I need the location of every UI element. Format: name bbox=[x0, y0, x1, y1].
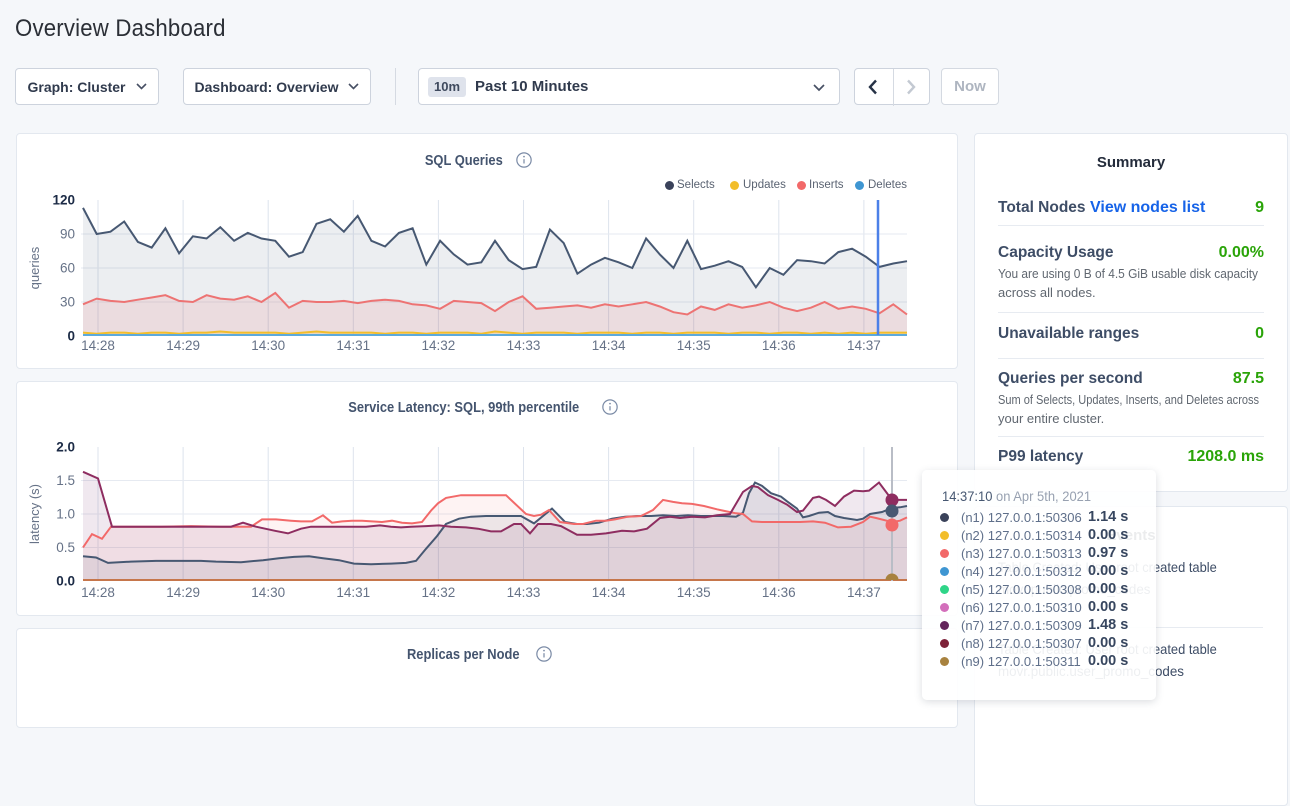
svg-text:14:28: 14:28 bbox=[81, 585, 115, 600]
svg-text:14:31: 14:31 bbox=[336, 585, 370, 600]
svg-text:14:28: 14:28 bbox=[81, 338, 115, 353]
svg-text:30: 30 bbox=[60, 295, 75, 310]
svg-text:60: 60 bbox=[60, 261, 75, 276]
svg-text:1.5: 1.5 bbox=[56, 473, 75, 488]
svg-text:1.0: 1.0 bbox=[56, 507, 75, 522]
svg-text:120: 120 bbox=[52, 193, 75, 208]
svg-text:latency (s): latency (s) bbox=[27, 484, 42, 544]
svg-text:0.0: 0.0 bbox=[56, 574, 75, 589]
svg-text:14:30: 14:30 bbox=[251, 585, 285, 600]
svg-text:14:29: 14:29 bbox=[166, 585, 200, 600]
svg-text:14:33: 14:33 bbox=[507, 585, 541, 600]
svg-text:queries: queries bbox=[27, 246, 42, 289]
svg-text:14:37: 14:37 bbox=[847, 585, 881, 600]
svg-text:2.0: 2.0 bbox=[56, 440, 75, 455]
svg-text:14:32: 14:32 bbox=[422, 585, 456, 600]
svg-text:14:36: 14:36 bbox=[762, 585, 796, 600]
svg-text:14:33: 14:33 bbox=[507, 338, 541, 353]
svg-text:14:30: 14:30 bbox=[251, 338, 285, 353]
svg-text:14:29: 14:29 bbox=[166, 338, 200, 353]
svg-text:14:31: 14:31 bbox=[336, 338, 370, 353]
svg-text:90: 90 bbox=[60, 227, 75, 242]
svg-text:14:37: 14:37 bbox=[847, 338, 881, 353]
svg-text:14:35: 14:35 bbox=[677, 338, 711, 353]
svg-text:0: 0 bbox=[67, 329, 75, 344]
svg-text:14:35: 14:35 bbox=[677, 585, 711, 600]
svg-text:14:32: 14:32 bbox=[422, 338, 456, 353]
svg-text:14:36: 14:36 bbox=[762, 338, 796, 353]
svg-text:14:34: 14:34 bbox=[592, 585, 626, 600]
svg-text:0.5: 0.5 bbox=[56, 540, 75, 555]
svg-text:14:34: 14:34 bbox=[592, 338, 626, 353]
